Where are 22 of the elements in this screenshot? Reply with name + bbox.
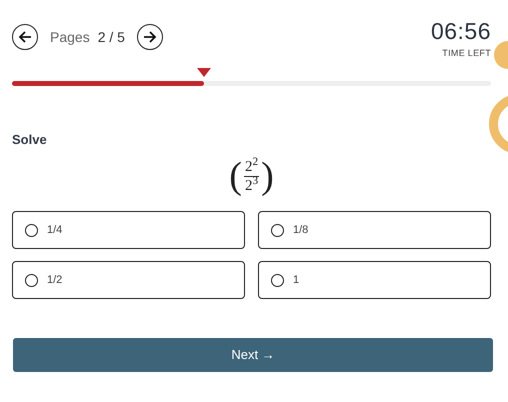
page-counter: 2 / 5 bbox=[98, 28, 125, 46]
pages-label: Pages bbox=[50, 28, 90, 47]
open-parenthesis: ( bbox=[229, 157, 242, 195]
close-parenthesis: ) bbox=[261, 157, 274, 195]
fraction-numerator: 2$^{2}$ bbox=[244, 158, 260, 176]
answer-option[interactable]: 1 bbox=[258, 261, 491, 299]
radio-button[interactable] bbox=[25, 224, 38, 236]
option-label: 1/8 bbox=[293, 222, 308, 238]
question-prompt: Solve bbox=[12, 130, 48, 148]
progress-marker-icon bbox=[196, 68, 211, 76]
answer-option[interactable]: 1/2 bbox=[12, 261, 245, 299]
timer-caption: TIME LEFT bbox=[442, 47, 491, 60]
radio-button[interactable] bbox=[271, 224, 284, 236]
answer-option[interactable]: 1/8 bbox=[258, 211, 491, 249]
option-label: 1 bbox=[293, 272, 300, 288]
radio-button[interactable] bbox=[271, 274, 284, 286]
radio-button[interactable] bbox=[25, 274, 38, 286]
answer-option[interactable]: 1/4 bbox=[12, 211, 245, 249]
option-label: 1/4 bbox=[47, 222, 62, 238]
option-label: 1/2 bbox=[47, 272, 62, 288]
timer: 06:56 bbox=[430, 20, 491, 43]
next-button[interactable]: Next → bbox=[13, 338, 493, 372]
